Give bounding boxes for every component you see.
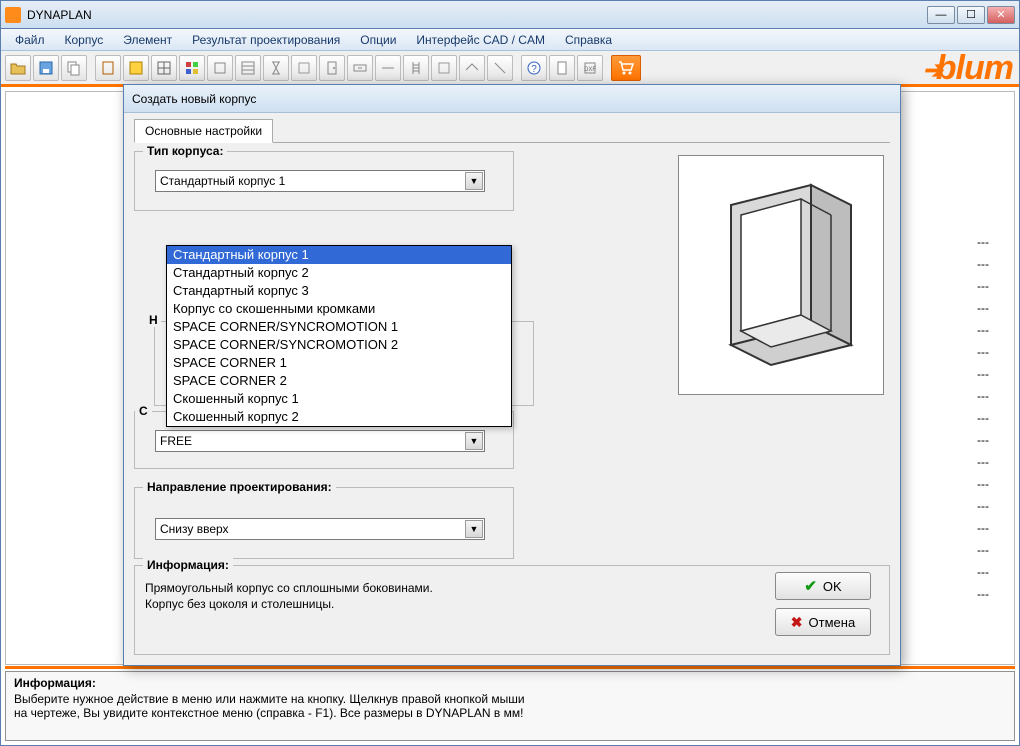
combo-cabinet-type[interactable]: Стандартный корпус 1 ▼ [155,170,485,192]
toolbar-tool1-icon[interactable] [291,55,317,81]
toolbar-panel-icon[interactable] [207,55,233,81]
option-slant2[interactable]: Скошенный корпус 2 [167,408,511,426]
side-data-column: --------- --------- --------- --------- … [977,231,989,605]
bottom-info-line2: на чертеже, Вы увидите контекстное меню … [14,706,1006,720]
separator [5,666,1015,669]
titlebar: DYNAPLAN — ☐ ✕ [1,1,1019,29]
toolbar-tool4-icon[interactable] [459,55,485,81]
toolbar-copy-icon[interactable] [61,55,87,81]
hidden-label-h: Н [146,313,161,327]
toolbar-help-icon[interactable]: ? [521,55,547,81]
cabinet-preview [678,155,884,395]
toolbar-shelf-icon[interactable] [235,55,261,81]
toolbar-tool3-icon[interactable] [431,55,457,81]
toolbar-doc-icon[interactable] [549,55,575,81]
info-line2: Корпус без цоколя и столешницы. [145,596,879,612]
dialog-title: Создать новый корпус [132,92,256,106]
group-cabinet-type: Тип корпуса: Стандартный корпус 1 ▼ [134,151,514,211]
option-std2[interactable]: Стандартный корпус 2 [167,264,511,282]
group-direction: Направление проектирования: Снизу вверх … [134,487,514,559]
info-line1: Прямоугольный корпус со сплошными бокови… [145,580,879,596]
toolbar-grid-color-icon[interactable] [179,55,205,81]
bottom-info-line1: Выберите нужное действие в меню или нажм… [14,692,1006,706]
toolbar-save-icon[interactable] [33,55,59,81]
option-sync2[interactable]: SPACE CORNER/SYNCROMOTION 2 [167,336,511,354]
combo-type-dropdown[interactable]: Стандартный корпус 1 Стандартный корпус … [166,245,512,427]
cross-icon: ✖ [791,614,803,631]
option-corner2[interactable]: SPACE CORNER 2 [167,372,511,390]
combo-free[interactable]: FREE ▼ [155,430,485,452]
window-title: DYNAPLAN [27,8,927,22]
combo-direction-value: Снизу вверх [160,522,229,536]
brand-logo: ➔blum [923,49,1013,88]
maximize-button[interactable]: ☐ [957,6,985,24]
option-bevel[interactable]: Корпус со скошенными кромками [167,300,511,318]
option-sync1[interactable]: SPACE CORNER/SYNCROMOTION 1 [167,318,511,336]
combo-type-value: Стандартный корпус 1 [160,174,285,188]
minimize-button[interactable]: — [927,6,955,24]
toolbar-grid-icon[interactable] [151,55,177,81]
toolbar-timer-icon[interactable] [263,55,289,81]
option-std1[interactable]: Стандартный корпус 1 [167,246,511,264]
svg-text:?: ? [531,64,537,75]
dialog-titlebar: Создать новый корпус [124,85,900,113]
toolbar-drawer-icon[interactable] [347,55,373,81]
bottom-info-header: Информация: [14,676,1006,690]
tab-main-settings[interactable]: Основные настройки [134,119,273,143]
option-std3[interactable]: Стандартный корпус 3 [167,282,511,300]
toolbar-cart-icon[interactable] [611,55,641,81]
toolbar-highlight-icon[interactable] [123,55,149,81]
combo-free-value: FREE [160,434,192,448]
hidden-label-c: С [135,404,152,418]
close-button[interactable]: ✕ [987,6,1015,24]
check-icon: ✔ [804,577,817,595]
cancel-button[interactable]: ✖Отмена [775,608,871,636]
toolbar-cabinet-icon[interactable] [95,55,121,81]
option-corner1[interactable]: SPACE CORNER 1 [167,354,511,372]
group-direction-label: Направление проектирования: [143,480,336,494]
chevron-down-icon[interactable]: ▼ [465,520,483,538]
toolbar: ? DXF ➔blum [1,51,1019,87]
dialog-info-header: Информация: [143,558,233,572]
toolbar-open-icon[interactable] [5,55,31,81]
menu-cad[interactable]: Интерфейс CAD / CAM [406,30,555,50]
svg-text:DXF: DXF [584,67,596,73]
menu-element[interactable]: Элемент [113,30,182,50]
tabstrip: Основные настройки [134,119,890,143]
create-cabinet-dialog: Создать новый корпус Основные настройки … [123,84,901,666]
menu-options[interactable]: Опции [350,30,406,50]
combo-direction[interactable]: Снизу вверх ▼ [155,518,485,540]
app-window: DYNAPLAN — ☐ ✕ Файл Корпус Элемент Резул… [0,0,1020,746]
dialog-info-group: Информация: Прямоугольный корпус со спло… [134,565,890,655]
app-icon [5,7,21,23]
toolbar-export-icon[interactable]: DXF [577,55,603,81]
menu-result[interactable]: Результат проектирования [182,30,350,50]
toolbar-door-icon[interactable] [319,55,345,81]
menubar: Файл Корпус Элемент Результат проектиров… [1,29,1019,51]
group-type-label: Тип корпуса: [143,144,227,158]
toolbar-tool2-icon[interactable] [375,55,401,81]
toolbar-ladder-icon[interactable] [403,55,429,81]
chevron-down-icon[interactable]: ▼ [465,432,483,450]
toolbar-tool5-icon[interactable] [487,55,513,81]
menu-help[interactable]: Справка [555,30,622,50]
menu-korpus[interactable]: Корпус [55,30,114,50]
chevron-down-icon[interactable]: ▼ [465,172,483,190]
ok-button[interactable]: ✔OK [775,572,871,600]
option-slant1[interactable]: Скошенный корпус 1 [167,390,511,408]
menu-file[interactable]: Файл [5,30,55,50]
bottom-info-panel: Информация: Выберите нужное действие в м… [5,671,1015,741]
